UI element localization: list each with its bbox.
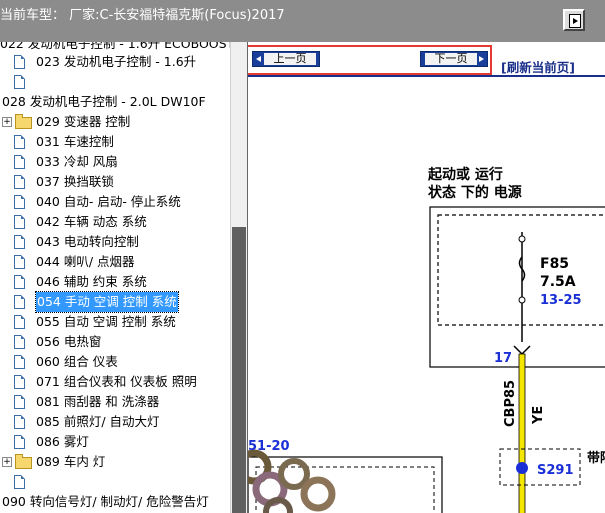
wire-yellow: [518, 353, 526, 513]
tree-item[interactable]: 023 发动机电子控制 - 1.6升: [0, 52, 230, 72]
tree-item-label: 040 自动- 启动- 停止系统: [36, 194, 181, 209]
tree-item[interactable]: 037 换挡联锁: [0, 172, 230, 192]
wiring-diagram: 起动或 运行 状态 下的 电源 F85 7.5A 13-25 17 CBP85 …: [248, 166, 605, 513]
tree-item-label: 090 转向信号灯/ 制动灯/ 危险警告灯: [2, 494, 209, 509]
current-model-title: 当前车型： 厂家:C-长安福特福克斯(Focus)2017: [0, 8, 285, 23]
wire-color-label: YE: [531, 406, 546, 425]
document-icon: [14, 235, 25, 249]
exit-button[interactable]: [563, 9, 585, 31]
tree-item[interactable]: 081 雨刮器 和 洗涤器: [0, 392, 230, 412]
tree-item[interactable]: [0, 72, 230, 92]
tree-item-label: 060 组合 仪表: [36, 354, 118, 369]
tree-item[interactable]: 060 组合 仪表: [0, 352, 230, 372]
tree-item[interactable]: 071 组合仪表和 仪表板 照明: [0, 372, 230, 392]
tree-item-label: 023 发动机电子控制 - 1.6升: [36, 54, 197, 69]
tree-item-label: 033 冷却 风扇: [36, 154, 118, 169]
fuse-terminal-bottom: [518, 296, 526, 304]
document-icon: [14, 155, 25, 169]
tree-item-label: 055 自动 空调 控制 系统: [36, 314, 176, 329]
left-ref-link[interactable]: 51-20: [248, 439, 290, 454]
tree-item-label: 085 前照灯/ 自动大灯: [36, 414, 160, 429]
scrollbar-thumb[interactable]: [232, 227, 246, 513]
tree-item-label: 056 电热窗: [36, 334, 102, 349]
tree-item[interactable]: 033 冷却 风扇: [0, 152, 230, 172]
document-icon: [14, 335, 25, 349]
document-icon: [14, 355, 25, 369]
tree-item-label: 031 车速控制: [36, 134, 114, 149]
expand-icon[interactable]: +: [2, 457, 12, 467]
diagram-heading-1: 起动或 运行: [427, 166, 503, 183]
document-icon: [14, 195, 25, 209]
document-icon: [14, 375, 25, 389]
diagram-heading-2: 状态 下的 电源: [428, 184, 522, 201]
document-icon: [14, 475, 25, 489]
module-box: [429, 206, 605, 368]
tree-item[interactable]: +089 车内 灯: [0, 452, 230, 472]
tree-item[interactable]: 055 自动 空调 控制 系统: [0, 312, 230, 332]
tree-item-label: 029 变速器 控制: [36, 114, 131, 129]
nav-divider: [248, 75, 605, 77]
expand-icon[interactable]: +: [2, 117, 12, 127]
document-icon: [14, 75, 25, 89]
document-icon: [14, 275, 25, 289]
tree-item-label: 042 车辆 动态 系统: [36, 214, 147, 229]
splice-dot: [516, 462, 528, 474]
fuse-rating: 7.5A: [540, 274, 576, 290]
highlight-frame: [248, 45, 492, 75]
folder-icon: [15, 114, 32, 129]
circuit-label: CBP85: [503, 380, 518, 427]
tree-item-label: 028 发动机电子控制 - 2.0L DW10F: [2, 94, 206, 109]
exit-icon: [569, 14, 581, 28]
refresh-page-link[interactable]: [刷新当前页]: [501, 57, 575, 76]
tree-item[interactable]: [0, 472, 230, 492]
document-icon: [14, 135, 25, 149]
document-icon: [14, 295, 25, 309]
tree-item-label: 054 手动 空调 控制 系统: [35, 291, 179, 313]
tree-item[interactable]: 028 发动机电子控制 - 2.0L DW10F: [0, 92, 230, 112]
tree-item[interactable]: 090 转向信号灯/ 制动灯/ 危险警告灯: [0, 492, 230, 512]
folder-icon: [15, 454, 32, 469]
tree-item-label: 044 喇叭/ 点烟器: [36, 254, 135, 269]
tree-item[interactable]: 040 自动- 启动- 停止系统: [0, 192, 230, 212]
tree-item[interactable]: 054 手动 空调 控制 系统: [0, 291, 230, 313]
connector-rings-icon: [248, 449, 336, 513]
fuse-name: F85: [540, 256, 569, 272]
document-icon: [14, 435, 25, 449]
document-icon: [14, 215, 25, 229]
diagram-viewer: 起动或 运行 状态 下的 电源 F85 7.5A 13-25 17 CBP85 …: [247, 42, 605, 513]
tree-item-label: 037 换挡联锁: [36, 174, 114, 189]
fuse-terminal-top: [518, 235, 526, 243]
right-edge-text: 带隔: [587, 450, 605, 466]
tree-item[interactable]: 044 喇叭/ 点烟器: [0, 252, 230, 272]
tree-item-label: 046 辅助 约束 系统: [36, 274, 147, 289]
tree-item[interactable]: 042 车辆 动态 系统: [0, 212, 230, 232]
fuse-ref-link[interactable]: 13-25: [540, 293, 582, 308]
tree-item-label: 043 电动转向控制: [36, 234, 139, 249]
splice-label: S291: [537, 463, 574, 478]
tree-item[interactable]: 031 车速控制: [0, 132, 230, 152]
tree-scrollbar[interactable]: [230, 42, 247, 513]
tree-item[interactable]: +029 变速器 控制: [0, 112, 230, 132]
tree-item-label: 081 雨刮器 和 洗涤器: [36, 394, 160, 409]
tree-item-label: 089 车内 灯: [36, 454, 106, 469]
document-icon: [14, 315, 25, 329]
pin-number: 17: [494, 351, 512, 366]
title-bar: 当前车型： 厂家:C-长安福特福克斯(Focus)2017: [0, 0, 605, 42]
connector-arrow: [513, 345, 531, 356]
tree-item-label: 071 组合仪表和 仪表板 照明: [36, 374, 197, 389]
tree-item[interactable]: 085 前照灯/ 自动大灯: [0, 412, 230, 432]
tree-item[interactable]: 043 电动转向控制: [0, 232, 230, 252]
tree-item[interactable]: 046 辅助 约束 系统: [0, 272, 230, 292]
document-icon: [14, 55, 25, 69]
document-icon: [14, 255, 25, 269]
tree-item[interactable]: 086 雾灯: [0, 432, 230, 452]
tree-item[interactable]: 056 电热窗: [0, 332, 230, 352]
wiring-diagram-tree: 022 发动机电子控制 - 1.6升 ECOBOOST 023 发动机电子控制 …: [0, 42, 230, 513]
document-icon: [14, 395, 25, 409]
document-icon: [14, 415, 25, 429]
document-icon: [14, 175, 25, 189]
tree-item-label: 086 雾灯: [36, 434, 89, 449]
